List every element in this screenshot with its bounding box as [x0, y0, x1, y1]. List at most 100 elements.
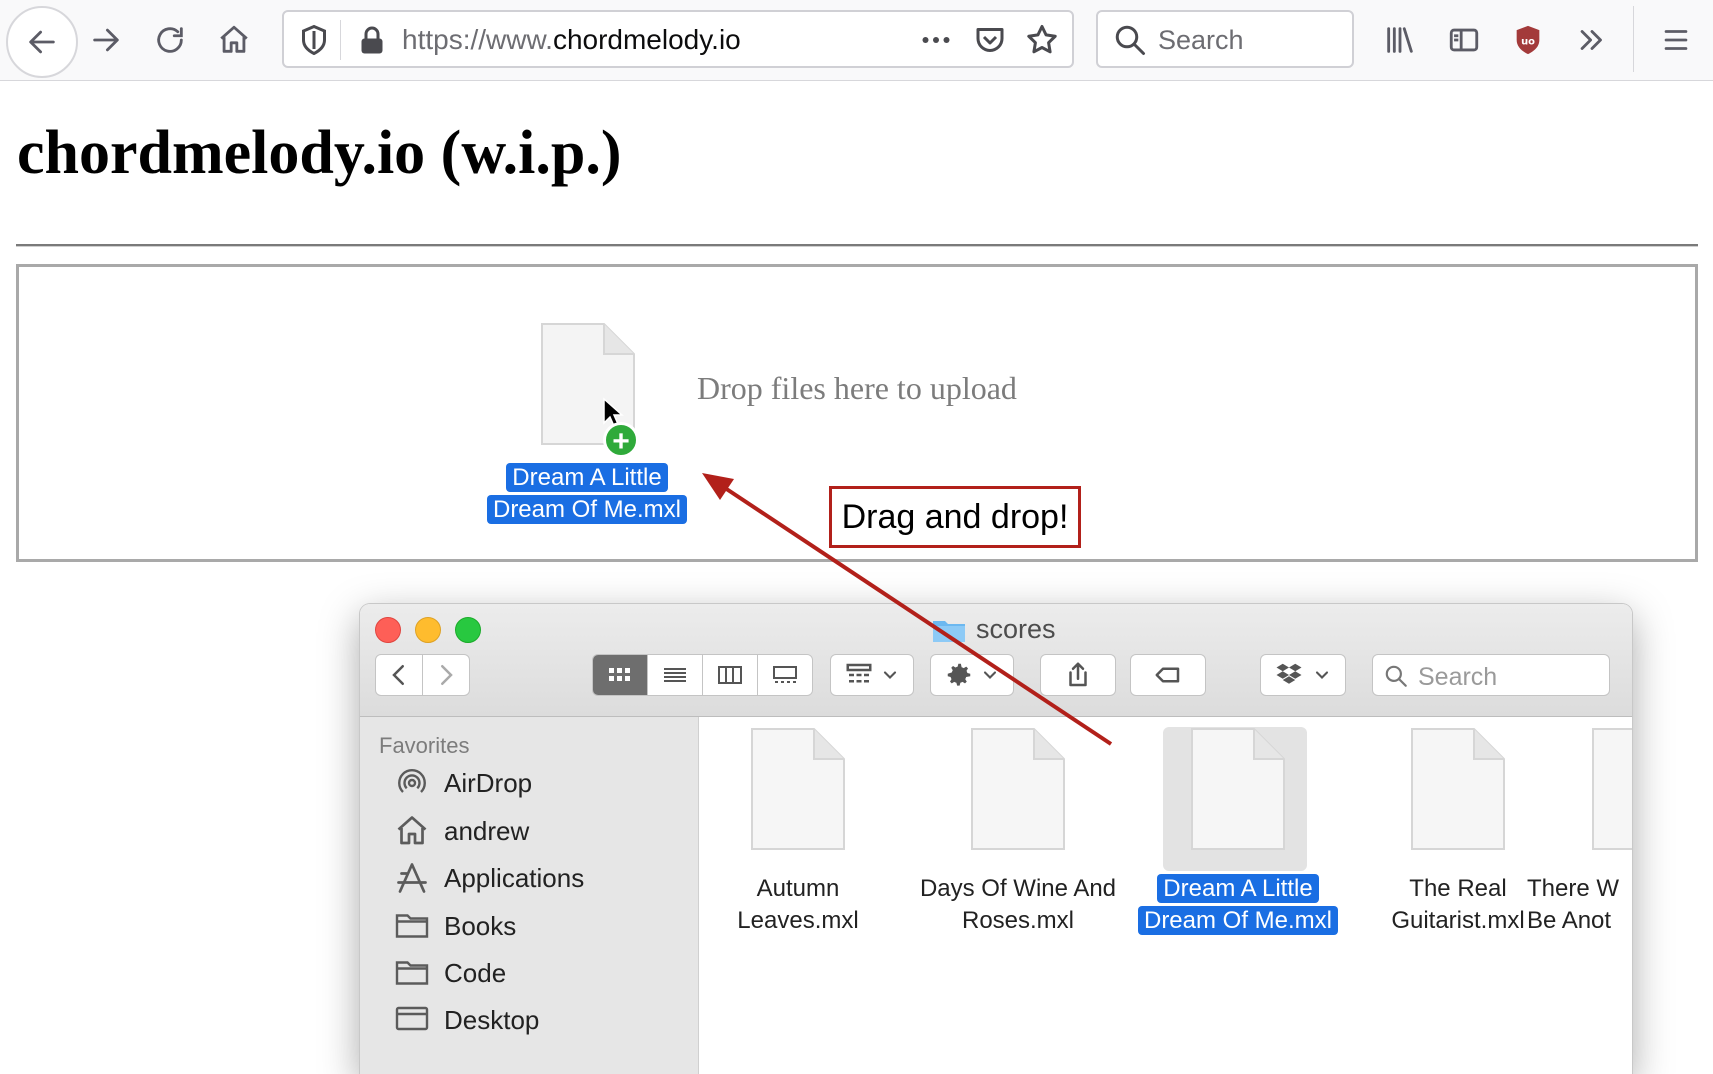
drag-drop-callout: Drag and drop! [829, 486, 1081, 548]
sidebar-item-label: andrew [444, 815, 530, 846]
library-button[interactable] [1376, 8, 1424, 72]
search-placeholder: Search [1158, 25, 1244, 55]
pocket-icon[interactable] [972, 22, 1008, 58]
forward-button[interactable] [82, 8, 130, 72]
star-icon[interactable] [1024, 22, 1060, 58]
sidebar-item-applications[interactable]: Applications [394, 858, 584, 898]
minimize-window-button[interactable] [415, 617, 441, 643]
finder-search-placeholder: Search [1418, 663, 1498, 691]
sidebar-item-label: Code [444, 957, 507, 988]
sidebar-icon [1449, 28, 1479, 52]
column-view-button[interactable] [703, 655, 758, 695]
zoom-window-button[interactable] [455, 617, 481, 643]
overflow-button[interactable] [1568, 8, 1616, 72]
ublock-icon: uo [1516, 25, 1540, 55]
finder-back-button[interactable] [375, 654, 423, 696]
sidebar-item-books[interactable]: Books [394, 906, 516, 946]
share-button[interactable] [1040, 654, 1116, 696]
dropbox-icon [1276, 663, 1302, 684]
dragged-file-label: Dream A Little Dream Of Me.mxl [482, 462, 692, 526]
document-icon [971, 728, 1065, 850]
desktop-icon [395, 1006, 429, 1031]
sidebar-item-label: Desktop [444, 1004, 540, 1035]
window-title-text: scores [976, 614, 1056, 644]
url-separator [340, 20, 341, 60]
airdrop-icon [398, 769, 426, 793]
menu-icon [1664, 30, 1688, 50]
file-name: Autumn Leaves.mxl [737, 875, 859, 934]
browser-search-bar[interactable]: Search [1096, 10, 1354, 68]
reload-button[interactable] [146, 8, 194, 72]
sidebar-item-desktop[interactable]: Desktop [394, 1000, 539, 1040]
gallery-view-button[interactable] [758, 655, 812, 695]
gear-icon [947, 663, 971, 686]
chevron-right-icon [441, 665, 453, 685]
finder-forward-button[interactable] [422, 654, 470, 696]
document-icon [751, 728, 845, 850]
search-icon [1115, 25, 1145, 55]
sidebar-item-label: Books [444, 910, 517, 941]
group-by-button[interactable] [830, 654, 914, 696]
dropzone-text: Drop files here to upload [697, 370, 1017, 406]
finder-toolbar: scores Search [360, 604, 1632, 717]
url-scheme: https://www. [402, 24, 553, 55]
file-grid: Autumn Leaves.mxl Days Of Wine And Roses.m… [699, 717, 1632, 1074]
close-window-button[interactable] [375, 617, 401, 643]
icon-view-button[interactable] [593, 655, 648, 695]
menu-button[interactable] [1652, 8, 1700, 72]
document-icon [1592, 728, 1632, 850]
sidebar-item-code[interactable]: Code [394, 953, 506, 993]
file-name: Days Of Wine And Roses.mxl [919, 875, 1117, 934]
shield-icon[interactable] [296, 22, 332, 58]
lock-icon[interactable] [354, 22, 390, 58]
finder-search-field[interactable]: Search [1372, 654, 1610, 696]
sidebar-item-label: Applications [444, 862, 585, 893]
file-name: Dream A Little Dream Of Me.mxl [1133, 873, 1343, 937]
reload-icon [157, 27, 183, 53]
back-button[interactable] [6, 6, 78, 78]
folder-icon [395, 961, 429, 985]
forward-icon [93, 28, 119, 52]
chevron-down-icon [883, 671, 897, 679]
svg-text:uo: uo [1521, 36, 1535, 47]
sidebar-button[interactable] [1440, 8, 1488, 72]
dragged-file-name-line2: Dream Of Me.mxl [486, 495, 687, 524]
list-view-button[interactable] [648, 655, 703, 695]
url-domain: chordmelody.io [552, 24, 741, 55]
page-title: chordmelody.io (w.i.p.) [17, 119, 622, 187]
overflow-icon [1580, 30, 1602, 50]
library-icon [1387, 27, 1413, 53]
sidebar-item-airdrop[interactable]: AirDrop [394, 763, 532, 803]
ublock-button[interactable]: uo [1504, 8, 1552, 72]
document-icon [1411, 728, 1505, 850]
home-icon [220, 25, 248, 53]
view-mode-control[interactable] [592, 654, 813, 696]
url-bar[interactable]: https://www.chordmelody.io [282, 10, 1074, 68]
tags-button[interactable] [1130, 654, 1206, 696]
group-icon [846, 663, 872, 683]
chevron-down-icon [983, 671, 997, 679]
chevron-left-icon [392, 665, 404, 685]
finder-window: scores Search Favorites AirDrop andrew A… [360, 604, 1632, 1074]
applications-icon [397, 863, 427, 893]
chevron-down-icon [1315, 671, 1329, 679]
list-icon [664, 668, 686, 682]
share-icon [1069, 662, 1087, 687]
search-icon [1385, 665, 1407, 687]
dropbox-button[interactable] [1260, 654, 1346, 696]
more-icon[interactable] [918, 22, 954, 58]
finder-sidebar: Favorites AirDrop andrew Applications Bo… [360, 717, 699, 1074]
folder-icon [933, 620, 965, 642]
home-icon [397, 816, 427, 845]
dragged-file-name-line1: Dream A Little [506, 463, 668, 492]
action-button[interactable] [930, 654, 1014, 696]
home-button[interactable] [210, 8, 258, 72]
horizontal-rule [16, 244, 1698, 247]
gallery-icon [773, 666, 797, 683]
document-icon [1191, 728, 1285, 850]
sidebar-item-andrew[interactable]: andrew [394, 811, 529, 851]
copy-plus-icon: + [603, 422, 639, 458]
grid-icon [609, 668, 630, 681]
sidebar-heading: Favorites [379, 733, 470, 758]
url-text[interactable]: https://www.chordmelody.io [402, 24, 741, 56]
